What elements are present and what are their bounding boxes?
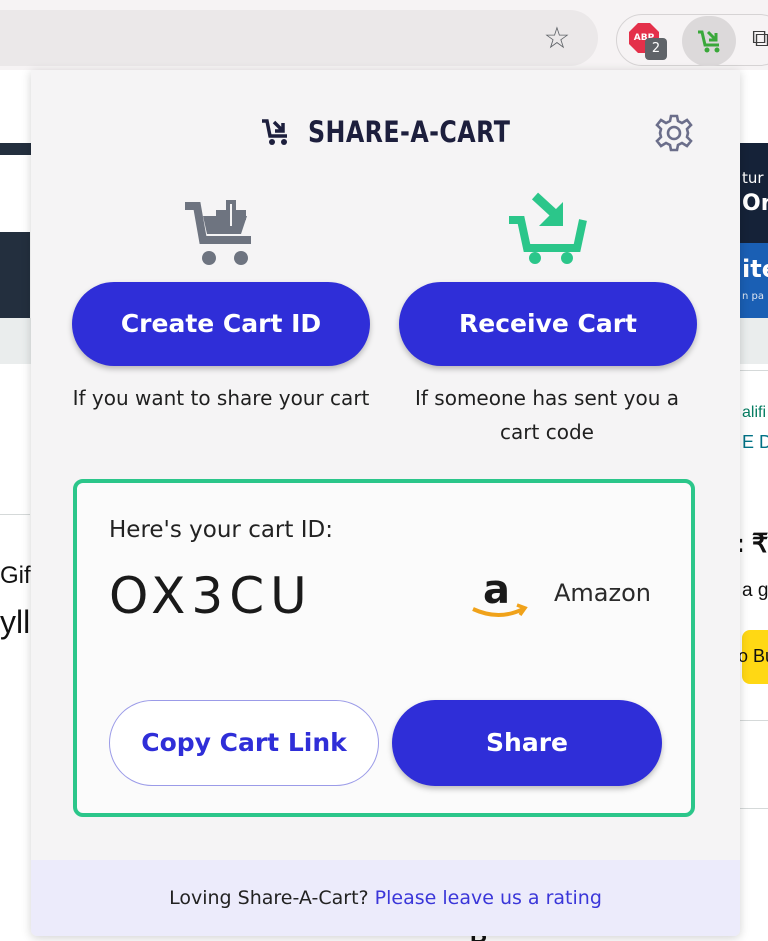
store-name: Amazon [554,579,651,607]
receive-cart-hint: If someone has sent you a cart code [415,386,679,444]
page-text: yll [0,604,31,640]
rating-footer: Loving Share-A-Cart? Please leave us a r… [31,860,740,936]
receive-cart-button[interactable]: Receive Cart [399,282,697,366]
address-bar[interactable] [0,10,598,66]
svg-text:a: a [483,569,510,613]
cart-id-panel: Here's your cart ID: OX3CU a Amazon Copy… [73,479,695,817]
brand-header: SHARE-A-CART [260,114,555,150]
abp-badge-count: 2 [645,38,667,60]
brand-name: SHARE-A-CART [308,115,511,149]
brand-logo-icon [262,119,287,145]
page-text: alifi [742,404,767,421]
page-buy-button[interactable]: o Bu [738,630,768,684]
extensions-puzzle-icon[interactable]: ⧉ [752,24,768,52]
page-divider [740,808,768,809]
gear-icon-graphic [655,114,693,152]
rating-link[interactable]: Please leave us a rating [375,887,602,909]
footer-text: Loving Share-A-Cart? [169,887,369,909]
page-text: E De [742,432,768,452]
page-text: a g [742,580,768,601]
star-icon[interactable]: ☆ [540,22,574,56]
create-cart-icon [181,200,259,270]
share-a-cart-popup: SHARE-A-CART Create Cart ID Receive Cart… [31,70,740,936]
page-divider [740,370,768,371]
page-text: : ₹ [736,528,768,558]
promo-text: On [742,191,768,216]
share-a-cart-extension-button[interactable] [682,16,736,66]
page-promo-card: tur On ite n pa [740,143,768,318]
page-divider [0,514,30,515]
receive-cart-icon [507,192,587,268]
create-cart-id-button[interactable]: Create Cart ID [72,282,370,366]
create-cart-hint: If you want to share your cart [72,386,370,410]
amazon-logo-icon: a [469,567,529,625]
share-a-cart-icon [698,30,720,53]
page-dark-block [0,232,30,318]
page-text: Gif [0,562,31,589]
page-divider [740,720,768,721]
share-button[interactable]: Share [392,700,662,786]
promo-text: ite [742,255,768,283]
cart-id-label: Here's your cart ID: [109,517,333,543]
copy-cart-link-button[interactable]: Copy Cart Link [109,700,379,786]
page-text: o Bu [738,646,768,666]
promo-text: tur [742,169,764,187]
cart-id-value: OX3CU [109,567,313,625]
adblock-plus-icon[interactable]: ABP 2 [629,23,667,60]
gear-icon[interactable] [654,113,694,153]
browser-toolbar: ☆ ABP 2 ⧉ [0,0,768,70]
promo-text: n pa [742,291,764,302]
